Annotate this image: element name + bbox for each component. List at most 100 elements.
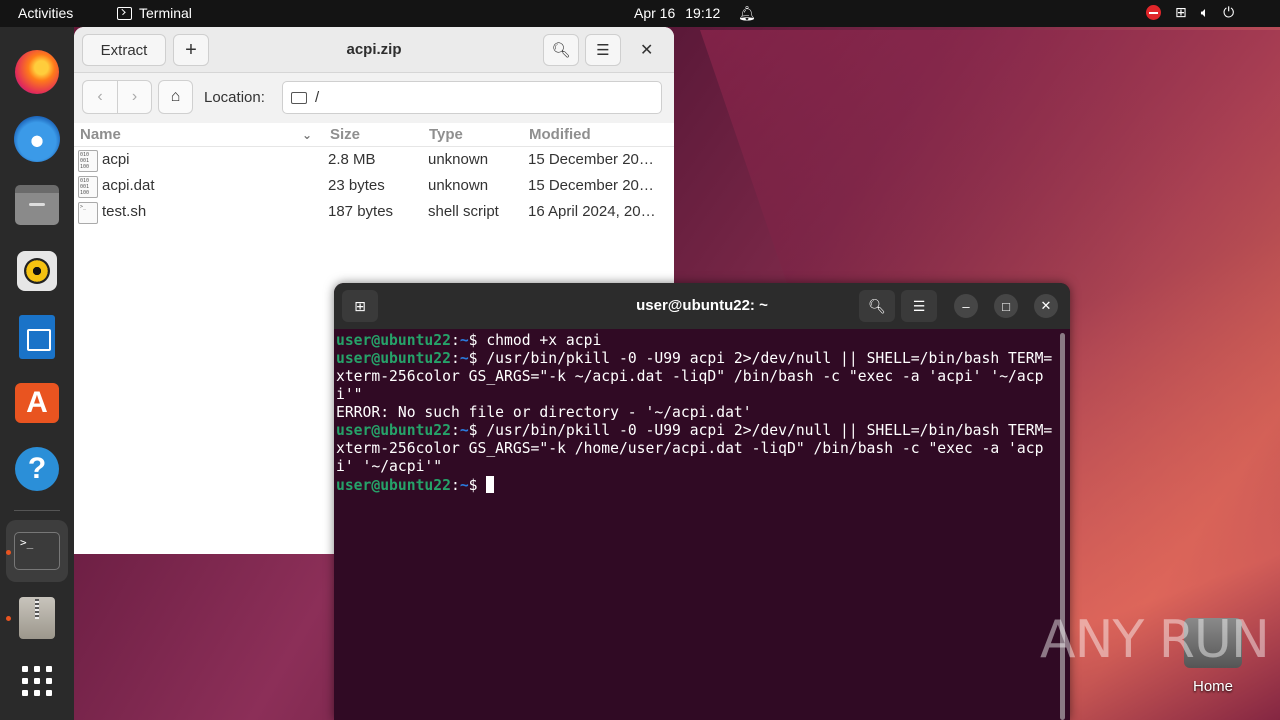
sort-chevron-icon: ⌄ — [302, 128, 313, 142]
location-field[interactable]: / — [282, 81, 662, 114]
dock-item-firefox[interactable] — [12, 47, 62, 97]
column-header-size[interactable]: Size — [330, 126, 360, 143]
running-indicator — [6, 550, 11, 555]
dock-item-thunderbird[interactable] — [12, 114, 62, 164]
show-applications-button[interactable] — [12, 656, 62, 706]
prompt-path: ~ — [459, 332, 469, 349]
prompt-path: ~ — [459, 477, 469, 494]
search-icon: 🔍︎ — [551, 42, 571, 59]
file-modified: 16 April 2024, 20… — [528, 203, 656, 220]
window-title: acpi.zip — [346, 41, 402, 58]
file-name: test.sh — [102, 203, 147, 220]
file-type: unknown — [428, 177, 489, 194]
terminal-line: user@ubuntu22:~$ /usr/bin/pkill -0 -U99 … — [336, 350, 1053, 403]
clock-time: 19:12 — [685, 5, 721, 21]
dock-item-rhythmbox[interactable] — [12, 246, 62, 296]
menu-button[interactable]: ☰ — [585, 34, 621, 66]
app-menu[interactable]: Terminal — [117, 5, 192, 21]
menu-button[interactable]: ☰ — [901, 290, 937, 322]
file-type: shell script — [428, 203, 499, 220]
hamburger-icon: ☰ — [596, 42, 610, 59]
dock: A ? >_ — [0, 27, 74, 720]
terminal-output[interactable]: user@ubuntu22:~$ chmod +x acpi user@ubunt… — [336, 332, 1058, 495]
help-icon: ? — [15, 447, 59, 491]
column-header-modified[interactable]: Modified — [529, 126, 591, 143]
archive-header-bar: Extract + acpi.zip 🔍︎ ☰ ✕ — [74, 27, 674, 73]
archive-manager-icon — [19, 597, 55, 639]
network-icon: ⊞ — [1175, 4, 1187, 20]
terminal-window: ⊞ user@ubuntu22: ~ 🔍︎ ☰ – □ ✕ user@ubunt… — [334, 283, 1070, 720]
terminal-line: user@ubuntu22:~$ chmod +x acpi — [336, 332, 602, 349]
file-size: 2.8 MB — [328, 151, 376, 168]
dock-item-help[interactable]: ? — [12, 444, 62, 494]
thunderbird-icon — [14, 116, 60, 162]
dock-item-writer[interactable] — [12, 312, 62, 362]
prompt-user: user@ubuntu22 — [336, 332, 451, 349]
home-icon: ⌂ — [170, 88, 181, 105]
close-icon: ✕ — [1040, 298, 1052, 313]
search-button[interactable]: 🔍︎ — [543, 34, 579, 66]
file-name: acpi.dat — [102, 177, 155, 194]
command-text: $ — [468, 477, 487, 494]
location-label: Location: — [204, 89, 265, 106]
home-folder-label[interactable]: Home — [1193, 678, 1233, 695]
watermark: ANY RUN — [1040, 610, 1270, 670]
binary-file-icon: 010 001 100 — [78, 150, 98, 172]
prompt-user: user@ubuntu22 — [336, 350, 451, 367]
software-store-icon: A — [15, 383, 59, 423]
bell-icon: 🔔︎ — [738, 5, 756, 21]
clock[interactable]: Apr 16 19:12 — [634, 5, 720, 21]
hamburger-icon: ☰ — [912, 297, 926, 314]
activities-button[interactable]: Activities — [18, 5, 73, 21]
running-indicator — [6, 616, 11, 621]
file-name: acpi — [102, 151, 130, 168]
file-size: 187 bytes — [328, 203, 394, 220]
prompt-user: user@ubuntu22 — [336, 477, 451, 494]
dock-item-terminal[interactable]: >_ — [6, 520, 68, 582]
minimize-button[interactable]: – — [954, 294, 978, 318]
binary-file-icon: 010 001 100 — [78, 176, 98, 198]
prompt-path: ~ — [459, 350, 469, 367]
volume-icon: 🔈︎ — [1200, 4, 1210, 20]
location-value: / — [315, 89, 320, 106]
dock-item-software[interactable]: A — [12, 378, 62, 428]
maximize-button[interactable]: □ — [994, 294, 1018, 318]
close-button[interactable]: ✕ — [1034, 294, 1058, 318]
writer-icon — [19, 315, 55, 359]
search-icon: 🔍︎ — [868, 297, 886, 314]
file-row[interactable]: 010 001 100 acpi 2.8 MB unknown 15 Decembe… — [74, 148, 674, 174]
home-button[interactable]: ⌂ — [158, 80, 193, 114]
forward-button[interactable]: › — [117, 80, 152, 114]
chevron-right-icon: › — [131, 88, 138, 105]
app-menu-label: Terminal — [139, 5, 192, 21]
files-icon — [15, 185, 59, 225]
file-row[interactable]: 010 001 100 acpi.dat 23 bytes unknown 15 D… — [74, 174, 674, 200]
maximize-icon: □ — [1002, 298, 1010, 314]
terminal-header-bar: ⊞ user@ubuntu22: ~ 🔍︎ ☰ – □ ✕ — [334, 283, 1070, 329]
column-header-type[interactable]: Type — [429, 126, 463, 143]
power-icon: ⏻ — [1223, 4, 1235, 20]
do-not-disturb-icon — [1146, 5, 1161, 20]
file-size: 23 bytes — [328, 177, 385, 194]
prompt-path: ~ — [459, 422, 469, 439]
top-bar: Activities Terminal Apr 16 19:12 🔔︎ ⊞ 🔈︎… — [0, 0, 1280, 27]
clock-date: Apr 16 — [634, 5, 676, 21]
file-row[interactable]: >_ test.sh 187 bytes shell script 16 Apr… — [74, 200, 674, 226]
back-button[interactable]: ‹ — [82, 80, 118, 114]
file-modified: 15 December 20… — [528, 177, 654, 194]
text-cursor — [486, 476, 495, 493]
system-tray[interactable]: ⊞ 🔈︎ ⏻ — [1146, 4, 1234, 21]
chevron-left-icon: ‹ — [97, 88, 103, 105]
minimize-icon: – — [962, 298, 970, 314]
close-button[interactable]: ✕ — [640, 40, 653, 60]
column-header-name[interactable]: Name — [80, 126, 121, 143]
location-bar: ‹ › ⌂ Location: / — [74, 73, 674, 123]
prompt-user: user@ubuntu22 — [336, 422, 451, 439]
terminal-line: user@ubuntu22:~$ /usr/bin/pkill -0 -U99 … — [336, 422, 1053, 475]
dock-item-archive-manager[interactable] — [12, 593, 62, 643]
search-button[interactable]: 🔍︎ — [859, 290, 895, 322]
terminal-icon: >_ — [14, 532, 60, 570]
folder-icon — [291, 91, 307, 104]
terminal-icon — [117, 6, 132, 20]
dock-item-files[interactable] — [12, 180, 62, 230]
